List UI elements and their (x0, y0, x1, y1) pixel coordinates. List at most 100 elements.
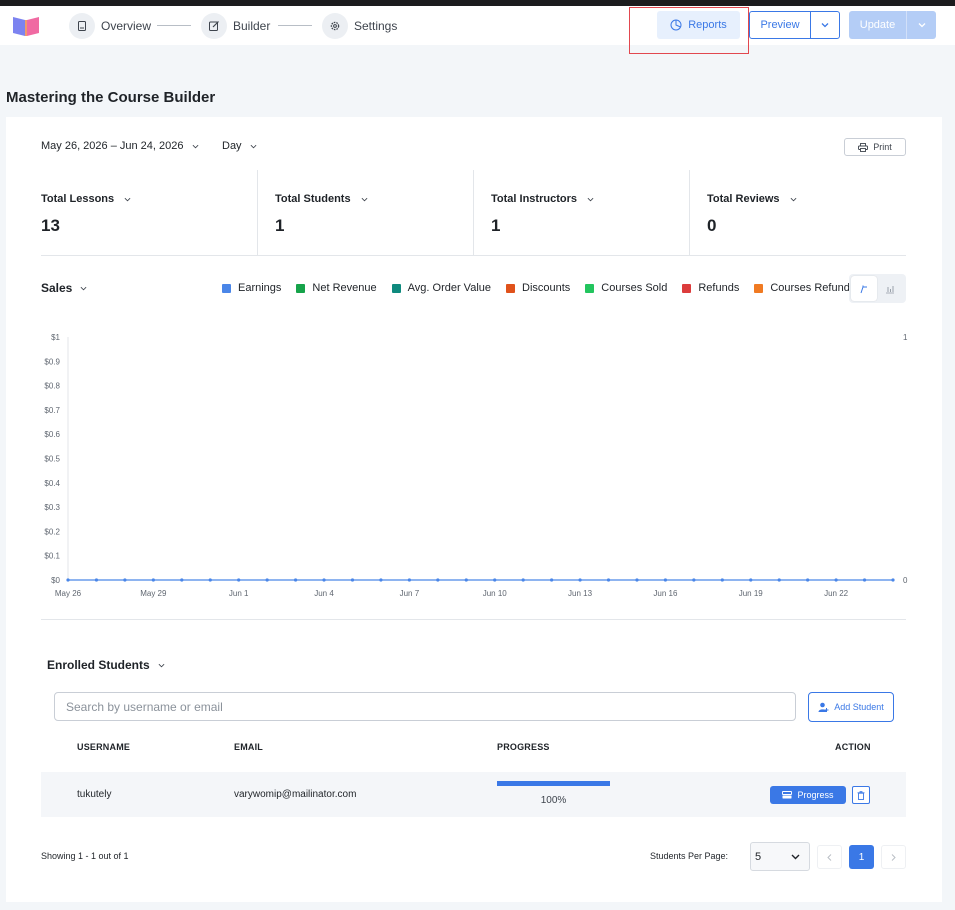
book-logo-icon (13, 17, 39, 36)
prev-page-button[interactable] (817, 845, 842, 869)
progress-bar-fill (497, 781, 610, 786)
data-point (749, 578, 753, 582)
data-point (180, 578, 184, 582)
column-header-progress: PROGRESS (497, 742, 550, 752)
legend-swatch (296, 283, 306, 293)
chevron-right-icon (891, 853, 896, 861)
stat-value: 13 (41, 216, 60, 235)
stat-label[interactable]: Total Lessons (41, 193, 131, 205)
data-point (720, 578, 724, 582)
x-tick-label: Jun 19 (739, 589, 764, 598)
legend-label: Discounts (522, 282, 571, 294)
gear-icon (322, 13, 348, 39)
y-tick-label: $0.2 (44, 527, 60, 536)
update-dropdown-button[interactable] (907, 11, 936, 39)
next-page-button[interactable] (881, 845, 906, 869)
row-email: varywomip@mailinator.com (234, 789, 357, 800)
y-tick-label: $1 (51, 333, 60, 342)
data-point (464, 578, 468, 582)
per-page-select[interactable]: 5 (750, 842, 810, 871)
print-button[interactable]: Print (844, 138, 906, 156)
legend-swatch (754, 283, 764, 293)
per-page-label: Students Per Page: (650, 851, 729, 861)
y-tick-label: $0.4 (44, 479, 60, 488)
stat-value: 1 (491, 216, 501, 235)
view-progress-button[interactable]: Progress (770, 786, 846, 804)
y-tick-label: $0.3 (44, 503, 60, 512)
preview-dropdown-button[interactable] (811, 12, 839, 38)
data-point (806, 578, 810, 582)
stat-divider (473, 170, 474, 255)
pie-chart-icon (670, 19, 682, 31)
chevron-down-icon (192, 144, 198, 148)
per-page-value: 5 (755, 850, 762, 863)
stat-label[interactable]: Total Reviews (707, 193, 797, 205)
data-point (692, 578, 696, 582)
stat-label[interactable]: Total Instructors (491, 193, 594, 205)
reports-button[interactable]: Reports (657, 11, 740, 39)
y-tick-label: $0.6 (44, 430, 60, 439)
enrolled-students-label: Enrolled Students (47, 658, 150, 672)
row-username: tukutely (77, 789, 112, 800)
legend-swatch (391, 283, 401, 293)
chevron-down-icon (821, 23, 829, 28)
period-select[interactable]: Day (222, 140, 257, 152)
x-tick-label: Jun 22 (824, 589, 849, 598)
legend-item-courses-refunded[interactable]: Courses Refunded (754, 282, 862, 294)
print-button-label: Print (873, 142, 892, 152)
legend-swatch (506, 283, 515, 293)
step-builder-label: Builder (233, 19, 271, 33)
chevron-down-icon (361, 197, 368, 201)
step-builder[interactable]: Builder (201, 13, 270, 39)
legend-item-courses-sold[interactable]: Courses Sold (585, 282, 667, 294)
y2-tick-label: 0 (903, 576, 908, 585)
progress-bar (497, 781, 610, 786)
data-point (436, 578, 440, 582)
reports-button-label: Reports (688, 19, 727, 31)
sales-metric-select[interactable]: Sales (41, 281, 87, 295)
data-point (407, 578, 411, 582)
data-point (322, 578, 326, 582)
stat-total-students: Total Students 1 (275, 170, 475, 255)
stat-total-instructors: Total Instructors 1 (491, 170, 691, 255)
data-point (550, 578, 554, 582)
stat-label[interactable]: Total Students (275, 193, 368, 205)
step-connector (278, 25, 312, 26)
line-chart-toggle[interactable] (851, 276, 877, 301)
x-tick-label: Jun 16 (653, 589, 678, 598)
chart-legend: Earnings Net Revenue Avg. Order Value Di… (222, 282, 877, 294)
data-point (379, 578, 383, 582)
step-settings-label: Settings (354, 19, 398, 33)
step-overview[interactable]: Overview (69, 13, 151, 39)
preview-button-group: Preview (749, 11, 840, 39)
stat-total-reviews: Total Reviews 0 (707, 170, 906, 255)
x-tick-label: Jun 1 (229, 589, 249, 598)
data-point (862, 578, 867, 582)
y-tick-label: $0 (51, 576, 60, 585)
step-settings[interactable]: Settings (322, 13, 397, 39)
preview-button[interactable]: Preview (750, 12, 811, 38)
data-point (777, 578, 781, 582)
legend-item-earnings[interactable]: Earnings (222, 282, 281, 294)
progress-icon (782, 791, 793, 799)
legend-swatch (222, 283, 231, 293)
data-point (606, 578, 611, 582)
add-student-button[interactable]: Add Student (808, 692, 894, 722)
delete-student-button[interactable] (852, 786, 870, 804)
date-range-picker[interactable]: May 26, 2026 – Jun 24, 2026 (41, 140, 199, 152)
legend-item-discounts[interactable]: Discounts (506, 282, 570, 294)
stat-total-lessons: Total Lessons 13 (41, 170, 257, 255)
bar-chart-toggle[interactable] (877, 276, 903, 301)
legend-item-refunds[interactable]: Refunds (682, 282, 739, 294)
data-point (265, 578, 269, 582)
student-search-input[interactable] (54, 692, 796, 721)
legend-item-net-revenue[interactable]: Net Revenue (296, 282, 377, 294)
enrolled-students-select[interactable]: Enrolled Students (47, 658, 165, 672)
legend-item-avg-order-value[interactable]: Avg. Order Value (391, 282, 491, 294)
chevron-down-icon (250, 144, 256, 148)
data-point (123, 578, 127, 582)
data-point (891, 578, 895, 582)
update-button[interactable]: Update (849, 11, 907, 39)
data-point (663, 578, 668, 582)
page-button-current[interactable]: 1 (849, 845, 874, 869)
